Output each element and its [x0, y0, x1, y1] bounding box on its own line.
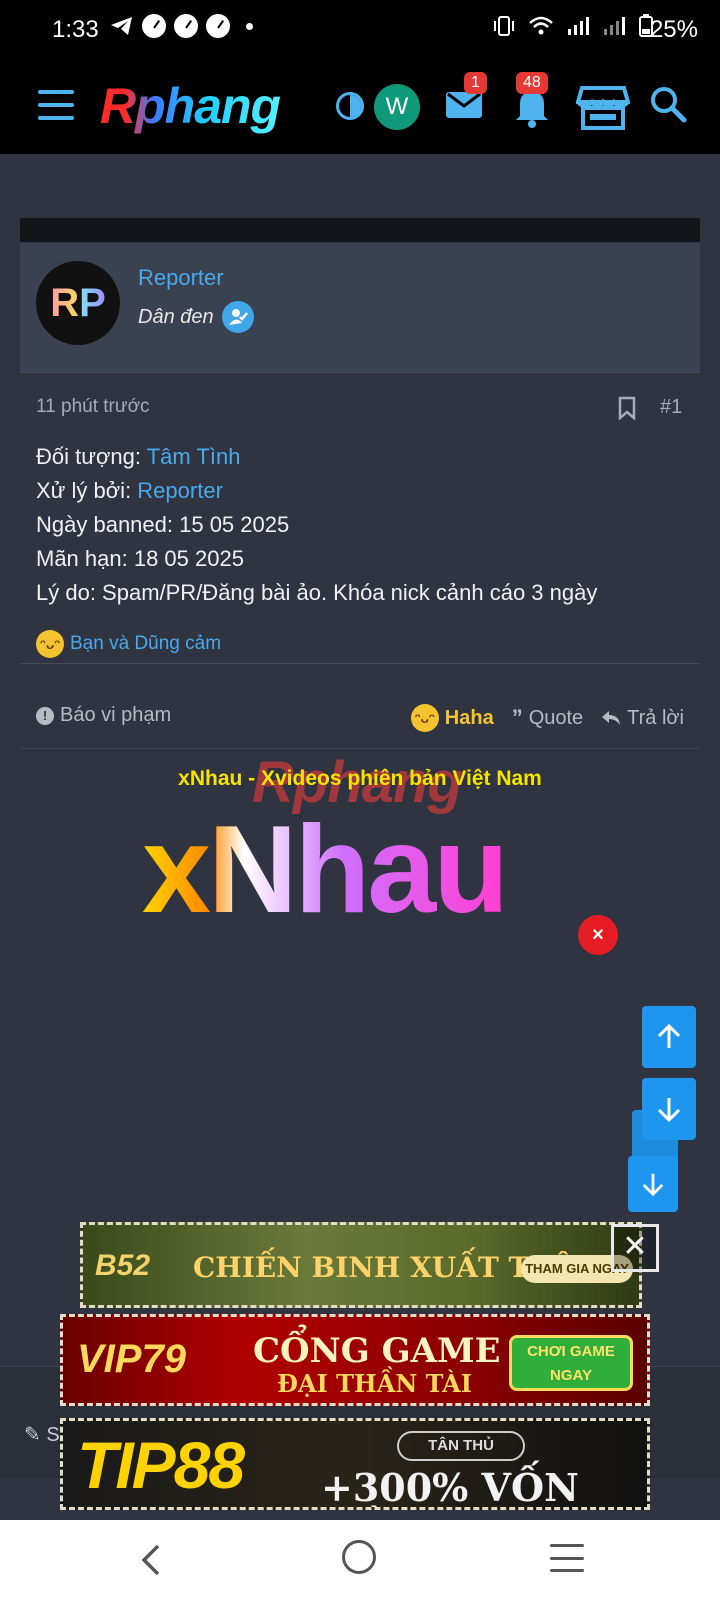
speedometer-icon: [206, 14, 230, 38]
quote-icon: ”: [511, 705, 523, 730]
haha-label: Haha: [444, 706, 494, 729]
status-time: 1:33: [52, 16, 99, 43]
menu-icon[interactable]: [38, 90, 74, 120]
user-avatar[interactable]: W: [374, 84, 420, 130]
wifi-icon: [529, 16, 553, 35]
author-name[interactable]: Reporter: [138, 265, 224, 291]
status-bar: 1:33 25%: [0, 0, 720, 62]
author-role-text: Dân đen: [138, 305, 214, 328]
site-logo[interactable]: Rphang: [100, 78, 281, 134]
banner-headline: CỔNG GAME: [253, 1331, 501, 1371]
search-button[interactable]: [648, 84, 688, 129]
banner-close-button[interactable]: ✕: [611, 1224, 659, 1272]
reply-icon: [602, 711, 621, 725]
store-icon: [575, 86, 631, 130]
theme-toggle-icon[interactable]: [336, 92, 364, 120]
back-button[interactable]: [136, 1542, 166, 1583]
divider: [20, 663, 700, 664]
ad-banner-b52[interactable]: B52 CHIẾN BINH XUẤT TRẬN THAM GIA NGAY: [80, 1222, 642, 1308]
scroll-down-button[interactable]: [642, 1078, 696, 1140]
alert-icon: !: [36, 706, 54, 725]
banned-date-line: Ngày banned: 15 05 2025: [36, 512, 290, 537]
post-actions-right: ᵔᴗᵔ Haha ” Quote Trả lời: [410, 704, 684, 732]
verified-user-icon: [221, 301, 254, 333]
banner-brand: B52: [95, 1249, 151, 1282]
speedometer-icon: [142, 14, 166, 38]
report-label: Báo vi phạm: [60, 704, 172, 726]
quote-label: Quote: [528, 706, 584, 729]
author-initials: RP: [50, 280, 106, 325]
bookmark-button[interactable]: [617, 396, 637, 425]
subject-link[interactable]: Tâm Tình: [147, 444, 241, 469]
report-button[interactable]: ! Báo vi phạm: [36, 704, 171, 727]
reaction-summary[interactable]: ᵔᴗᵔ Bạn và Dũng cảm: [36, 630, 221, 658]
expiry-date-line: Mãn hạn: 18 05 2025: [36, 546, 244, 571]
author-role: Dân đen: [138, 301, 254, 333]
pencil-icon: ✎: [24, 1424, 47, 1446]
ad-banner-vip79[interactable]: VIP79 CỔNG GAME ĐẠI THẦN TÀI CHƠI GAME N…: [60, 1314, 650, 1406]
ad-banner-tip88[interactable]: TIP88 TÂN THỦ +300% VỐN ĐẦU: [60, 1418, 650, 1510]
back-icon: [141, 1544, 160, 1576]
ad-close-button[interactable]: ×: [578, 915, 618, 955]
reason-line: Lý do: Spam/PR/Đăng bài ảo. Khóa nick cả…: [36, 580, 598, 605]
arrow-down-icon: [642, 1173, 664, 1197]
vibrate-icon: [494, 16, 514, 36]
signal-icon: [604, 17, 625, 35]
post-timestamp[interactable]: 11 phút trước: [36, 396, 150, 418]
more-notifications-dot: [246, 22, 253, 30]
post-content: Đối tượng: Tâm Tình Xử lý bởi: Reporter …: [36, 440, 597, 610]
post-author-card: RP Reporter Dân đen: [20, 243, 700, 373]
scroll-bottom-button[interactable]: [628, 1156, 678, 1212]
ad-brand-logo[interactable]: xNhau: [142, 805, 509, 935]
home-button[interactable]: [342, 1540, 376, 1574]
ad-tagline[interactable]: xNhau - Xvideos phiên bản Việt Nam: [20, 767, 700, 791]
alerts-badge: 48: [516, 72, 548, 94]
search-icon: [651, 87, 687, 123]
alerts-button[interactable]: 48: [512, 72, 552, 133]
reply-button[interactable]: Trả lời: [601, 707, 684, 730]
reply-label: Trả lời: [627, 706, 684, 729]
inbox-badge: 1: [464, 72, 487, 94]
banner-brand: VIP79: [77, 1337, 186, 1381]
post-actions: ! Báo vi phạm ᵔᴗᵔ Haha ” Quote Trả lời: [36, 704, 684, 736]
site-header: Rphang W 1 48: [0, 62, 720, 154]
handled-by-link[interactable]: Reporter: [137, 478, 223, 503]
inbox-button[interactable]: 1: [444, 72, 487, 129]
arrow-up-icon: [657, 1023, 681, 1048]
recent-apps-button[interactable]: [550, 1544, 584, 1572]
media-strip: [20, 218, 700, 242]
haha-emoji-icon: ᵔᴗᵔ: [410, 704, 439, 732]
system-icons: [492, 14, 654, 38]
subject-line: Đối tượng: Tâm Tình: [36, 444, 241, 469]
store-button[interactable]: [575, 84, 631, 135]
reaction-users: Bạn và Dũng cảm: [70, 633, 222, 654]
banner-brand: TIP88: [77, 1428, 245, 1502]
quote-button[interactable]: ” Quote: [512, 705, 583, 731]
battery-percent: 25%: [649, 16, 698, 43]
banner-pill: TÂN THỦ: [397, 1431, 525, 1461]
banner-subheadline: ĐẠI THẦN TÀI: [277, 1369, 473, 1398]
scroll-up-button[interactable]: [642, 1006, 696, 1068]
haha-reaction-button[interactable]: ᵔᴗᵔ Haha: [410, 704, 494, 732]
banner-cta: CHƠI GAME NGAY: [509, 1335, 633, 1391]
arrow-down-icon: [657, 1098, 681, 1123]
speedometer-icon: [174, 14, 198, 38]
system-nav-bar: [0, 1520, 720, 1600]
editor-hint[interactable]: ✎ S: [24, 1422, 60, 1447]
notification-icons: [110, 14, 253, 38]
handled-by-line: Xử lý bởi: Reporter: [36, 478, 223, 503]
haha-emoji-icon: ᵔᴗᵔ: [36, 630, 64, 658]
signal-icon: [568, 17, 589, 35]
banner-headline: +300% VỐN ĐẦU: [321, 1465, 579, 1510]
telegram-icon: [111, 17, 132, 35]
author-avatar[interactable]: RP: [36, 261, 120, 345]
post-number[interactable]: #1: [660, 396, 682, 419]
bookmark-icon: [618, 396, 636, 421]
